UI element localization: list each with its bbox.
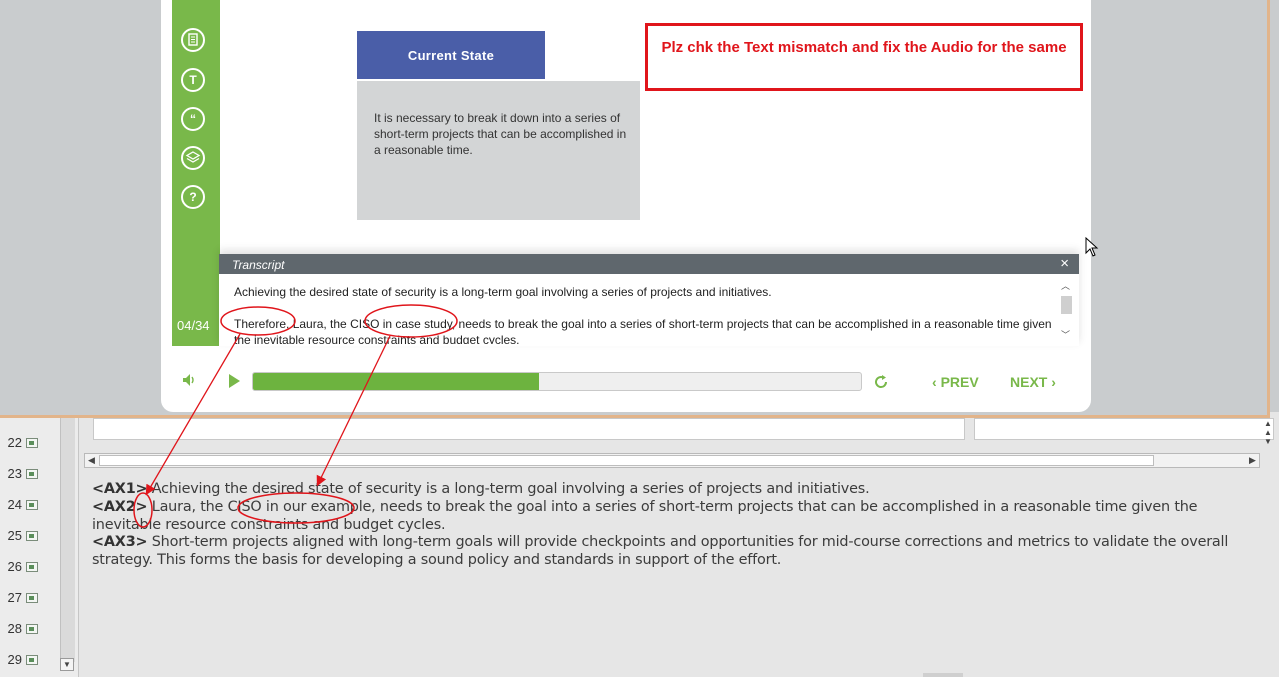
chevron-down-icon[interactable]: ﹀ — [1061, 328, 1070, 341]
scroll-down-arrow-icon[interactable]: ▼ — [60, 658, 74, 671]
transcript-title: Transcript — [232, 258, 285, 272]
slide-thumbnail-icon[interactable] — [26, 438, 38, 448]
slide-thumbnail-icon[interactable] — [26, 624, 38, 634]
review-comment-box: Plz chk the Text mismatch and fix the Au… — [645, 23, 1083, 91]
slide-thumbnail-icon[interactable] — [26, 655, 38, 665]
scrollbar-thumb[interactable] — [99, 455, 1154, 466]
transcript-title-bar: Transcript × — [219, 254, 1079, 274]
volume-icon[interactable] — [181, 372, 197, 392]
play-icon[interactable] — [229, 374, 240, 388]
text-icon[interactable]: T — [181, 68, 205, 92]
chevron-right-icon: › — [1047, 374, 1056, 390]
current-state-header: Current State — [357, 31, 545, 79]
close-icon[interactable]: × — [1060, 255, 1069, 272]
current-state-text: It is necessary to break it down into a … — [374, 111, 627, 157]
audio-progress-bar[interactable] — [252, 372, 862, 391]
scroll-right-arrow-icon[interactable]: ▶ — [1246, 454, 1259, 467]
next-button[interactable]: NEXT › — [1010, 374, 1056, 390]
mouse-cursor-icon — [1085, 237, 1099, 257]
slide-counter: 04/34 — [177, 318, 210, 333]
transcript-panel: Transcript × Achieving the desired state… — [219, 254, 1079, 346]
chevron-left-icon: ‹ — [932, 374, 941, 390]
scroll-left-arrow-icon[interactable]: ◀ — [85, 454, 98, 467]
row-number: 27 — [7, 590, 22, 605]
notes-icon[interactable] — [181, 28, 205, 52]
script-line-3: <AX3> Short-term projects aligned with l… — [92, 534, 1229, 569]
slide-thumbnail-icon[interactable] — [26, 562, 38, 572]
gutter-scrollbar[interactable] — [60, 412, 75, 662]
replay-icon[interactable] — [872, 373, 890, 391]
row-number: 24 — [7, 497, 22, 512]
chevron-up-icon[interactable]: ︿ — [1061, 279, 1070, 292]
row-number: 26 — [7, 559, 22, 574]
scroll-up-arrow-icon[interactable]: ▲ — [1264, 419, 1272, 428]
transcript-scrollbar[interactable]: ︿ ﹀ — [1058, 276, 1075, 344]
row-number: 22 — [7, 435, 22, 450]
text-field-right[interactable] — [974, 418, 1274, 440]
audio-script[interactable]: <AX1> Achieving the desired state of sec… — [92, 481, 1242, 570]
slide-thumbnail-icon[interactable] — [26, 469, 38, 479]
row-number: 25 — [7, 528, 22, 543]
scrollbar-thumb[interactable] — [1061, 296, 1072, 314]
help-icon[interactable]: ? — [181, 185, 205, 209]
row-number: 23 — [7, 466, 22, 481]
horizontal-scrollbar[interactable]: ◀ ▶ — [84, 453, 1260, 468]
script-line-1: <AX1> Achieving the desired state of sec… — [92, 481, 870, 497]
quote-icon[interactable]: “ — [181, 107, 205, 131]
progress-fill — [253, 373, 539, 390]
prev-button[interactable]: ‹ PREV — [932, 374, 979, 390]
script-line-2: <AX2> Laura, the CISO in our example, ne… — [92, 498, 1198, 533]
slide-thumbnail-icon[interactable] — [26, 531, 38, 541]
status-strip — [923, 673, 963, 677]
transcript-body: Achieving the desired state of security … — [234, 284, 1056, 344]
transcript-paragraph: Achieving the desired state of security … — [234, 285, 772, 299]
scroll-up-arrow-icon[interactable]: ▲ — [1264, 428, 1272, 437]
slide-thumbnail-icon[interactable] — [26, 500, 38, 510]
row-number: 29 — [7, 652, 22, 667]
slide-thumbnail-icon[interactable] — [26, 593, 38, 603]
resources-icon[interactable] — [181, 146, 205, 170]
row-number: 28 — [7, 621, 22, 636]
text-field-left[interactable] — [93, 418, 965, 440]
transcript-paragraph: Therefore, Laura, the CISO in case study… — [234, 317, 1052, 344]
scroll-down-arrow-icon[interactable]: ▼ — [1264, 437, 1272, 446]
